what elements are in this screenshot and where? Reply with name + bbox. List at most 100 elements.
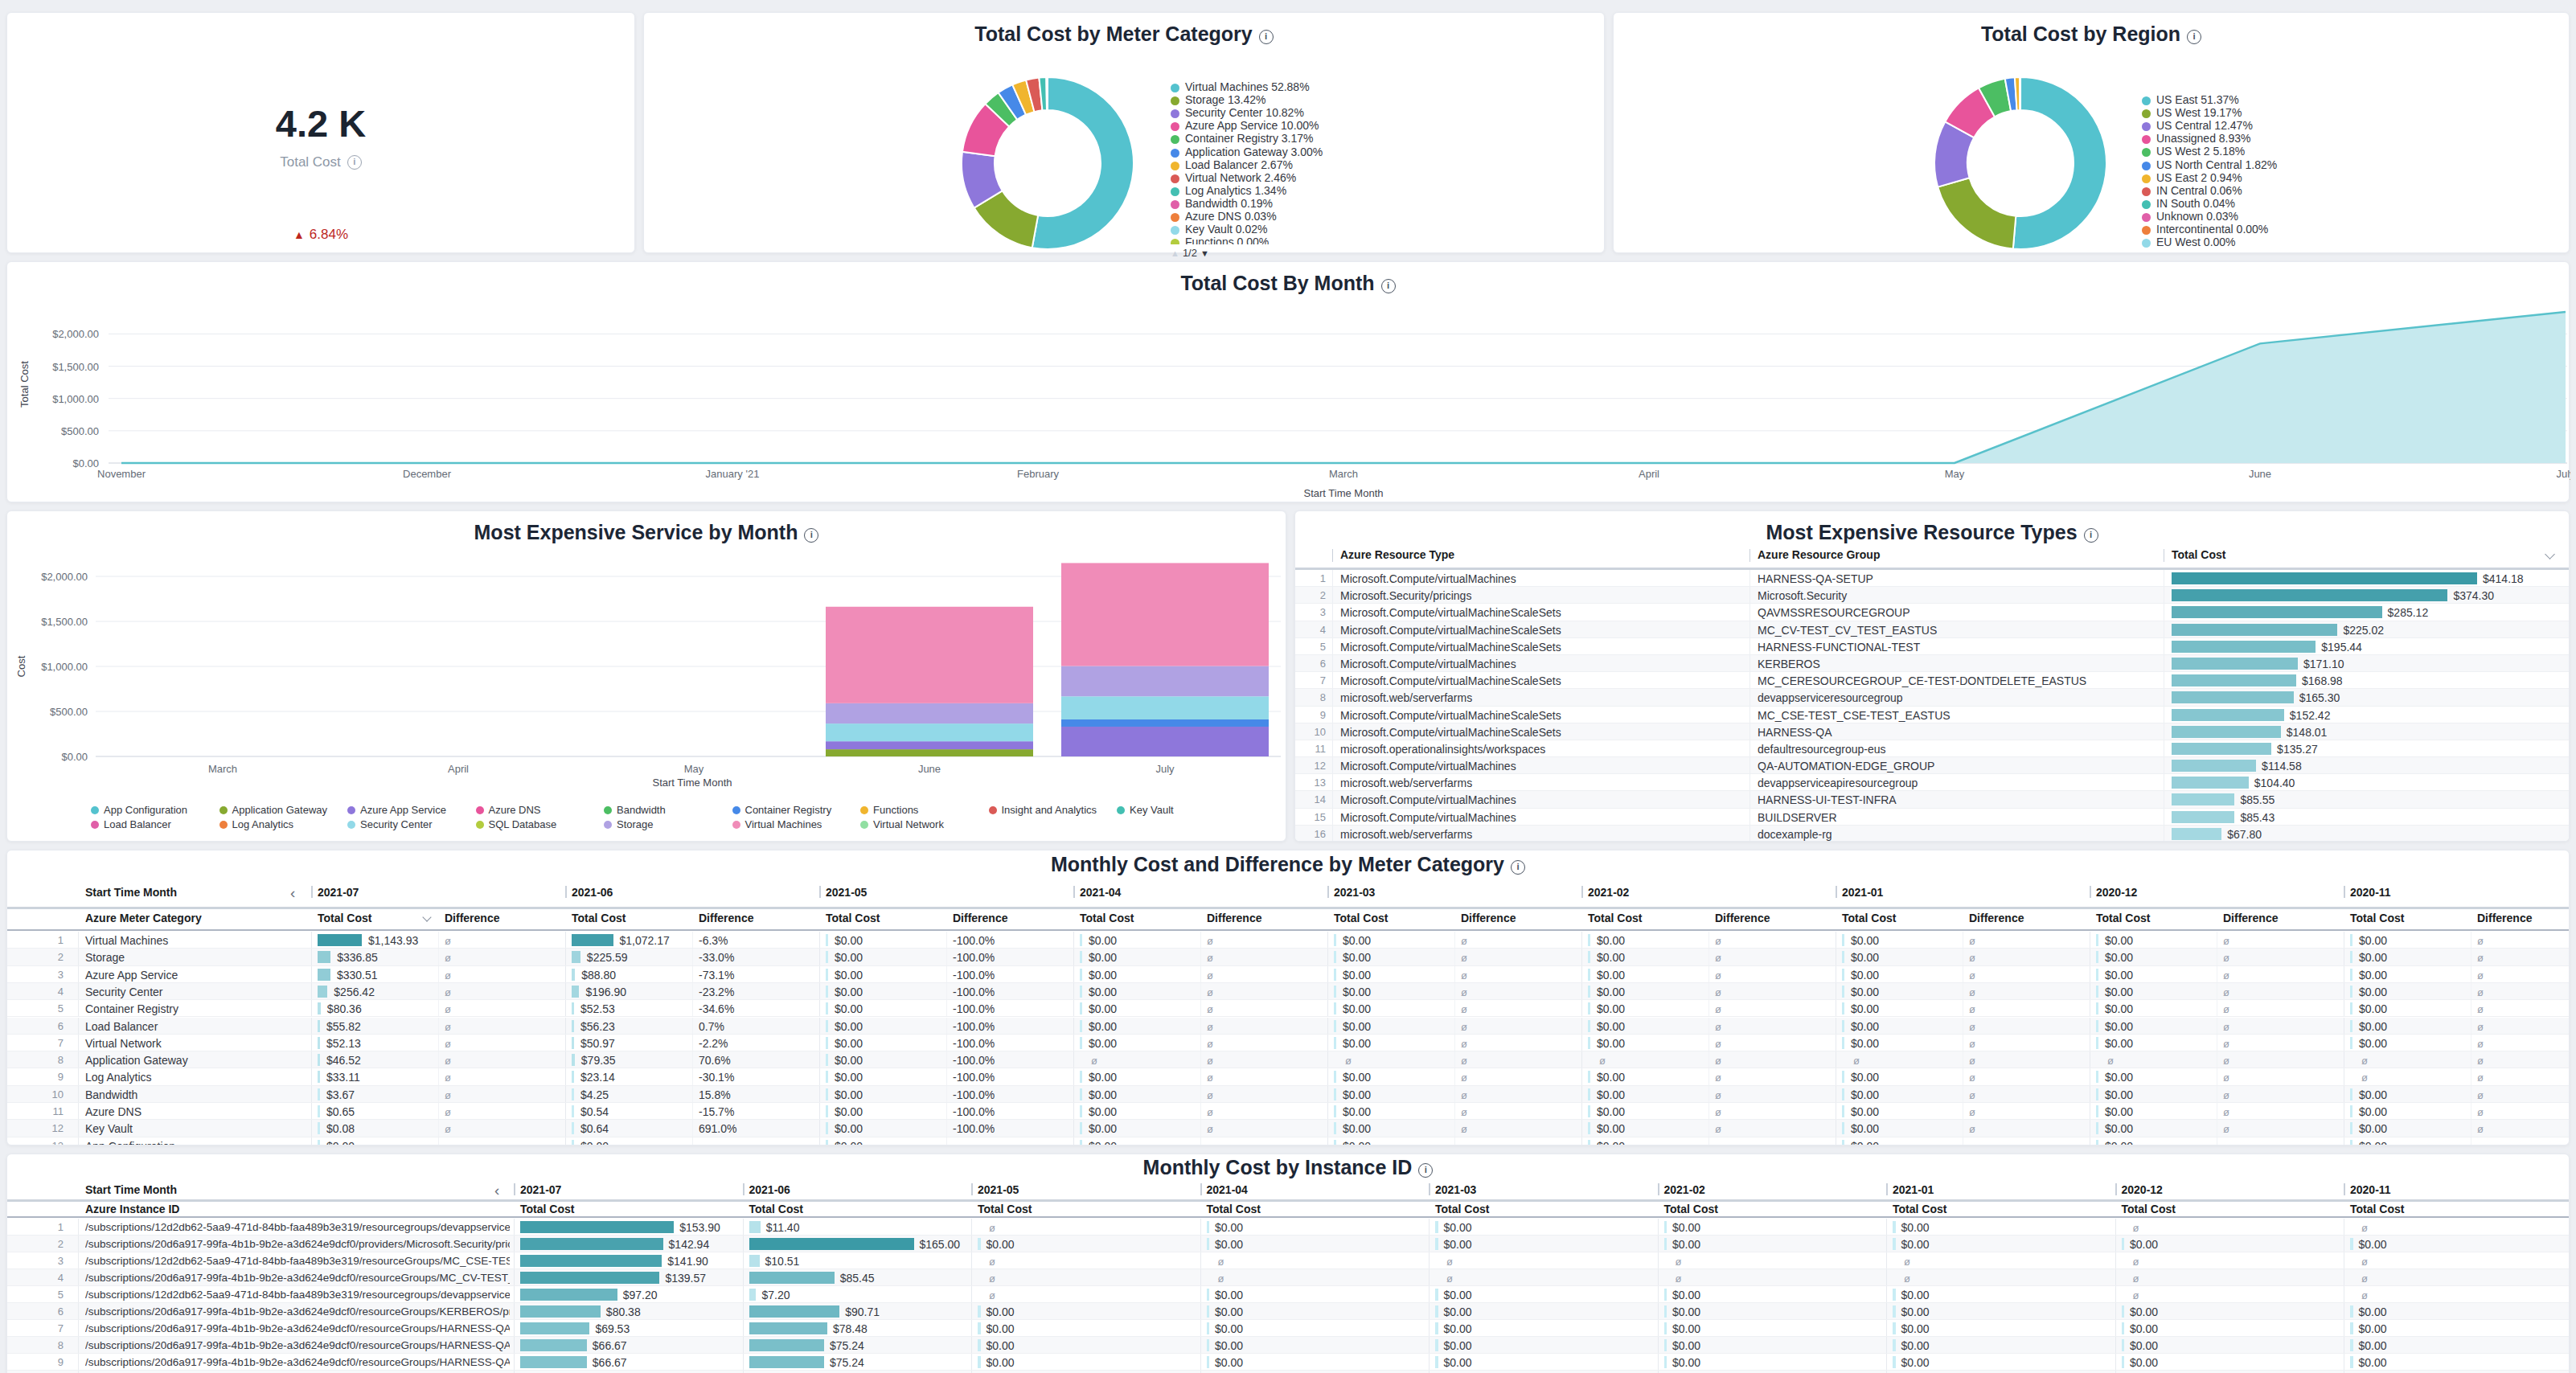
col-header-total-cost[interactable]: Total Cost	[978, 1203, 1032, 1215]
legend-item[interactable]: Virtual Machines	[732, 818, 822, 830]
legend-item[interactable]: US East 2 0.94%	[2142, 171, 2242, 184]
legend-item[interactable]: Azure App Service	[347, 803, 446, 816]
legend-item[interactable]: Load Balancer	[91, 818, 171, 830]
sort-desc-icon[interactable]	[422, 912, 431, 921]
bar-segment[interactable]	[826, 703, 1033, 723]
legend-item[interactable]: Functions 0.00%	[1171, 236, 1269, 244]
legend-item[interactable]: IN South 0.04%	[2142, 197, 2235, 210]
sort-desc-icon[interactable]	[2545, 549, 2555, 559]
col-header-total-cost[interactable]: Total Cost	[2350, 912, 2404, 924]
cell-total-cost: $0.00	[1215, 1221, 1243, 1234]
col-header-total-cost[interactable]: Total Cost	[2350, 1203, 2404, 1215]
col-header-difference[interactable]: Difference	[2477, 912, 2532, 924]
col-header-total-cost[interactable]: Total Cost	[2096, 912, 2150, 924]
legend-item[interactable]: EU West 0.00%	[2142, 236, 2236, 248]
col-header-difference[interactable]: Difference	[1461, 912, 1516, 924]
col-header-total-cost[interactable]: Total Cost	[1664, 1203, 1718, 1215]
col-header-total-cost[interactable]: Total Cost	[2122, 1203, 2176, 1215]
legend-item[interactable]: Azure DNS 0.03%	[1171, 210, 1277, 223]
legend-item[interactable]: US East 51.37%	[2142, 93, 2239, 106]
page-prev-icon[interactable]: ▲	[1171, 248, 1179, 258]
legend-item[interactable]: Storage 13.42%	[1171, 93, 1265, 106]
legend-item[interactable]: Log Analytics 1.34%	[1171, 184, 1286, 197]
col-header-total-cost[interactable]: Total Cost	[1842, 912, 1896, 924]
col-divider	[692, 1051, 693, 1068]
legend-item[interactable]: Security Center	[347, 818, 433, 830]
col-header-resource-type[interactable]: Azure Resource Type	[1340, 548, 1454, 561]
col-header-difference[interactable]: Difference	[1207, 912, 1261, 924]
col-header-difference[interactable]: Difference	[1969, 912, 2024, 924]
legend-item[interactable]: Security Center 10.82%	[1171, 106, 1304, 119]
bar-segment[interactable]	[1061, 696, 1269, 719]
legend-item[interactable]: US North Central 1.82%	[2142, 158, 2277, 171]
legend-item[interactable]: SQL Database	[476, 818, 557, 830]
column-prev-icon[interactable]: ‹	[290, 884, 295, 902]
info-icon[interactable]: i	[347, 155, 362, 170]
col-header-resource-group[interactable]: Azure Resource Group	[1758, 548, 1880, 561]
col-header-total-cost[interactable]: Total Cost	[1435, 1203, 1489, 1215]
col-header-total-cost[interactable]: Total Cost	[520, 1203, 574, 1215]
legend-item[interactable]: Intercontinental 0.00%	[2142, 223, 2268, 236]
legend-item[interactable]: Virtual Machines 52.88%	[1171, 80, 1310, 93]
col-header-difference[interactable]: Difference	[445, 912, 499, 924]
col-divider	[971, 1354, 972, 1370]
legend-item[interactable]: Load Balancer 2.67%	[1171, 158, 1293, 171]
cell-resource-type: Microsoft.Compute/virtualMachineScaleSet…	[1340, 624, 1561, 637]
legend-item[interactable]: Unknown 0.03%	[2142, 210, 2238, 223]
col-header-total-cost[interactable]: Total Cost	[1893, 1203, 1946, 1215]
bar-segment[interactable]	[1061, 727, 1269, 756]
cell-total-cost: $0.00	[1444, 1221, 1472, 1234]
legend-item[interactable]: Application Gateway 3.00%	[1171, 145, 1323, 158]
legend-item[interactable]: Virtual Network	[860, 818, 944, 830]
legend-item[interactable]: Virtual Network 2.46%	[1171, 171, 1296, 184]
legend-item[interactable]: Key Vault 0.02%	[1171, 223, 1267, 236]
legend-item[interactable]: Storage	[604, 818, 654, 830]
donut-slice[interactable]	[1938, 178, 2016, 248]
legend-item[interactable]: Bandwidth	[604, 803, 666, 816]
legend-item[interactable]: Container Registry	[732, 803, 832, 816]
legend-item[interactable]: Key Vault	[1117, 803, 1174, 816]
legend-item[interactable]: US Central 12.47%	[2142, 119, 2253, 132]
col-header-total-cost[interactable]: Total Cost	[1207, 1203, 1261, 1215]
legend-item[interactable]: Container Registry 3.17%	[1171, 132, 1314, 145]
legend-item[interactable]: Application Gateway	[219, 803, 328, 816]
cell-total-cost: $0.00	[2359, 969, 2387, 982]
legend-item[interactable]: Bandwidth 0.19%	[1171, 197, 1273, 210]
legend-item[interactable]: Unassigned 8.93%	[2142, 132, 2251, 145]
bar-segment[interactable]	[826, 749, 1033, 756]
bar-segment[interactable]	[826, 607, 1033, 703]
legend-item[interactable]: Insight and Analytics	[989, 803, 1097, 816]
bar-segment[interactable]	[826, 741, 1033, 749]
col-header-total-cost[interactable]: Total Cost	[826, 912, 880, 924]
cell-null: ø	[2477, 1038, 2484, 1050]
col-header-difference[interactable]: Difference	[1715, 912, 1770, 924]
legend-label: Insight and Analytics	[1002, 804, 1097, 816]
legend-item[interactable]: Azure DNS	[476, 803, 541, 816]
legend-item[interactable]: Azure App Service 10.00%	[1171, 119, 1319, 132]
bar-segment[interactable]	[1061, 666, 1269, 697]
col-header-total-cost[interactable]: Total Cost	[318, 912, 371, 924]
legend-item[interactable]: App Configuration	[91, 803, 187, 816]
legend-item[interactable]: Functions	[860, 803, 918, 816]
col-header-total-cost[interactable]: Total Cost	[2172, 548, 2225, 561]
col-header-total-cost[interactable]: Total Cost	[1588, 912, 1642, 924]
page-next-icon[interactable]: ▼	[1200, 248, 1209, 258]
area-fill[interactable]	[121, 312, 2566, 463]
col-header-total-cost[interactable]: Total Cost	[1334, 912, 1388, 924]
legend-item[interactable]: US West 2 5.18%	[2142, 145, 2245, 158]
bar-segment[interactable]	[1061, 563, 1269, 666]
legend-item[interactable]: US West 19.17%	[2142, 106, 2242, 119]
legend-item[interactable]: IN Central 0.06%	[2142, 184, 2242, 197]
col-header-difference[interactable]: Difference	[699, 912, 753, 924]
cell-total-cost: $0.00	[1343, 1088, 1371, 1101]
bar-segment[interactable]	[826, 723, 1033, 741]
legend-item[interactable]: Log Analytics	[219, 818, 294, 830]
col-header-difference[interactable]: Difference	[953, 912, 1007, 924]
col-header-total-cost[interactable]: Total Cost	[749, 1203, 803, 1215]
column-prev-icon[interactable]: ‹	[494, 1182, 499, 1199]
col-header-total-cost[interactable]: Total Cost	[572, 912, 626, 924]
donut-slice[interactable]	[2013, 77, 2106, 249]
col-header-total-cost[interactable]: Total Cost	[1080, 912, 1134, 924]
col-header-difference[interactable]: Difference	[2223, 912, 2278, 924]
bar-segment[interactable]	[1061, 719, 1269, 727]
